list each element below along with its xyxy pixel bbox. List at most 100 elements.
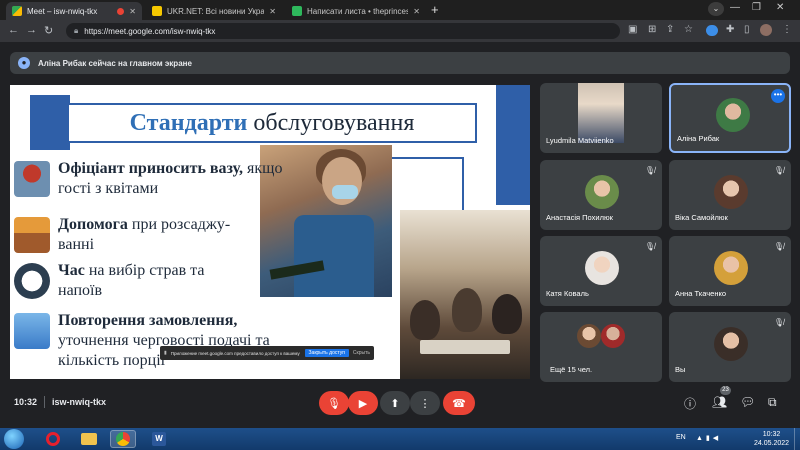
slide-item-bold: Офіціант	[58, 160, 125, 177]
taskbar-chrome[interactable]	[110, 430, 136, 448]
mail-favicon-icon	[292, 6, 302, 16]
mic-toggle-button[interactable]: 🎙︎	[319, 391, 349, 415]
back-arrow-icon[interactable]: ←	[8, 24, 19, 36]
taskbar-explorer[interactable]	[76, 430, 102, 448]
tray-icons[interactable]: ▲▮◀	[696, 434, 721, 442]
order-list-icon	[14, 313, 50, 349]
close-tab-icon[interactable]: ✕	[129, 7, 136, 16]
close-tab-icon[interactable]: ✕	[413, 7, 420, 16]
clock-person-icon	[14, 263, 50, 299]
mic-off-icon: 🎙︎̸	[644, 166, 655, 175]
profile-avatar[interactable]	[760, 24, 772, 36]
participant-name: Вы	[675, 365, 686, 374]
people-icon[interactable]: 👥︎	[712, 395, 727, 409]
participant-tile[interactable]: 🎙︎̸ Анастасія Похилюк	[540, 160, 662, 230]
address-bar[interactable]: 🔒︎ https://meet.google.com/isw-nwiq-tkx	[66, 23, 620, 39]
slide-item-bold: Повторення замовлення,	[58, 312, 238, 329]
more-participants-label: Ещё 15 чел.	[550, 365, 593, 374]
participant-tile[interactable]: 🎙︎̸ Катя Коваль	[540, 236, 662, 306]
photo-table	[420, 340, 510, 354]
chat-icon[interactable]: 💬︎	[740, 395, 755, 409]
stop-sharing-button[interactable]: Закрыть доступ	[304, 349, 349, 357]
more-vert-icon: ⋮	[419, 397, 431, 410]
more-options-button[interactable]: ⋮	[410, 391, 440, 415]
show-desktop-button[interactable]	[794, 428, 800, 450]
slide-deco-line	[392, 157, 464, 217]
minimize-icon[interactable]: —	[730, 2, 740, 13]
camera-permission-icon[interactable]: ▣	[628, 24, 637, 35]
slide-title-rest: обслуговування	[253, 109, 415, 136]
participant-avatar	[714, 175, 748, 209]
divider	[44, 396, 45, 408]
photo-mask	[332, 185, 358, 199]
lock-icon: 🔒︎	[74, 26, 79, 35]
participant-name: Катя Коваль	[546, 289, 589, 298]
participant-tile[interactable]: ••• Аліна Рибак	[669, 83, 791, 153]
window-close-icon[interactable]: ✕	[776, 2, 784, 13]
participant-tile[interactable]: Lyudmila Matviienko	[540, 83, 662, 153]
windows-start-icon[interactable]	[4, 429, 24, 449]
camera-toggle-button[interactable]: ▶︎	[348, 391, 378, 415]
participant-avatar	[585, 175, 619, 209]
participant-tile[interactable]: 🎙︎̸ Анна Ткаченко	[669, 236, 791, 306]
leave-call-button[interactable]: ☎︎	[443, 391, 475, 415]
extensions-puzzle-icon[interactable]: ✚	[726, 24, 734, 35]
presenting-text: Аліна Рибак сейчас на главном экране	[38, 58, 192, 68]
slide-accent-block	[30, 95, 70, 150]
presenting-banner: ● Аліна Рибак сейчас на главном экране	[10, 52, 790, 74]
tab-title: Meet – isw-nwiq-tkx	[27, 6, 98, 16]
participant-name: Анна Ткаченко	[675, 289, 727, 298]
participant-name: Lyudmila Matviienko	[546, 136, 614, 145]
vase-icon	[14, 161, 50, 197]
participant-avatar	[601, 324, 625, 348]
tray-clock[interactable]: 10:32 24.05.2022	[754, 430, 789, 448]
slide-item-bold: Допомога	[58, 216, 128, 233]
forward-arrow-icon[interactable]: →	[26, 24, 37, 36]
side-panel-icon[interactable]: ▯	[744, 24, 750, 35]
bookmark-star-icon[interactable]: ☆	[684, 24, 693, 35]
windows-taskbar: W EN ▲▮◀ 10:32 24.05.2022	[0, 428, 800, 450]
participant-avatar	[714, 251, 748, 285]
present-button[interactable]: ⬆︎	[380, 391, 410, 415]
activities-icon[interactable]: ⧉	[768, 395, 777, 410]
reload-icon[interactable]: ↻	[44, 24, 53, 37]
slide-title: Стандарти обслуговування	[67, 103, 477, 143]
slide-item-bold: Час	[58, 262, 85, 279]
share-notice-icon: ▮	[164, 350, 167, 356]
share-icon[interactable]: ⇪	[666, 24, 674, 35]
more-options-icon[interactable]: •••	[771, 89, 785, 103]
language-indicator[interactable]: EN	[676, 434, 686, 441]
taskbar-word[interactable]: W	[146, 430, 172, 448]
tab-meet[interactable]: Meet – isw-nwiq-tkx ✕	[6, 2, 142, 20]
new-tab-plus-icon[interactable]: +	[431, 3, 439, 17]
browser-tab-strip: Meet – isw-nwiq-tkx ✕ UKR.NET: Всі новин…	[0, 0, 800, 20]
participant-tile[interactable]: 🎙︎̸ Вы	[669, 312, 791, 382]
translate-icon[interactable]: ⊞	[648, 24, 656, 35]
participant-avatar	[714, 327, 748, 361]
tab-ukrnet[interactable]: UKR.NET: Всі новини України, о ✕	[146, 2, 282, 20]
tab-search-chevron-icon[interactable]: ⌄	[708, 2, 724, 16]
participant-name: Аліна Рибак	[677, 134, 720, 143]
camera-off-icon: ▶︎	[358, 397, 368, 410]
participant-tile[interactable]: Ещё 15 чел.	[540, 312, 662, 382]
hide-notice-button[interactable]: Скрыть	[353, 350, 370, 356]
photo-apron	[294, 215, 374, 297]
participant-tile[interactable]: 🎙︎̸ Віка Самойлюк	[669, 160, 791, 230]
extension-icon[interactable]	[706, 25, 718, 36]
menu-dots-icon[interactable]: ⋮	[782, 24, 792, 35]
opera-icon	[46, 432, 60, 446]
tab-mail[interactable]: Написати листа • theprincess@ ✕	[286, 2, 426, 20]
slide-accent-right	[496, 85, 530, 205]
screen-share-notice: ▮ Приложение meet.google.com предоставил…	[160, 346, 374, 360]
meeting-info-icon[interactable]: ⓘ	[684, 395, 696, 412]
participant-video	[578, 83, 624, 143]
folder-icon	[81, 433, 97, 445]
word-icon: W	[152, 432, 166, 446]
close-tab-icon[interactable]: ✕	[269, 7, 276, 16]
taskbar-opera[interactable]	[40, 430, 66, 448]
tray-time: 10:32	[762, 431, 781, 438]
mic-off-icon: 🎙︎̸	[644, 242, 655, 251]
participant-avatar	[585, 251, 619, 285]
maximize-icon[interactable]: ❐	[752, 2, 761, 13]
participant-avatar	[577, 324, 601, 348]
